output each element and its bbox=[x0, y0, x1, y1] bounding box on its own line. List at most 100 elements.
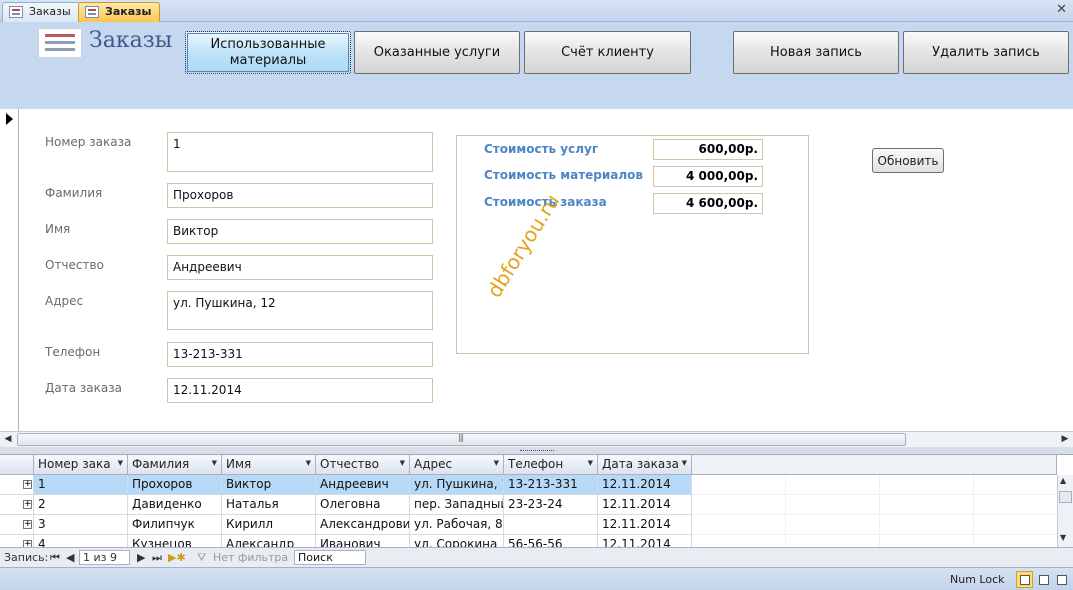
cell-address[interactable]: пер. Западный bbox=[410, 495, 504, 515]
column-header-phone[interactable]: Телефон ▼ bbox=[504, 455, 598, 475]
cell-phone[interactable]: 13-213-331 bbox=[504, 475, 598, 495]
last-name-field[interactable]: Прохоров bbox=[167, 183, 433, 208]
first-name-field[interactable]: Виктор bbox=[167, 219, 433, 244]
cell-order-number[interactable]: 1 bbox=[34, 475, 128, 495]
dropdown-arrow-icon[interactable]: ▼ bbox=[118, 459, 123, 467]
order-number-field[interactable]: 1 bbox=[167, 132, 433, 172]
record-counter[interactable]: 1 из 9 bbox=[79, 550, 130, 565]
row-selector[interactable]: + bbox=[0, 495, 34, 515]
tab-orders-table[interactable]: Заказы bbox=[2, 2, 80, 22]
order-cost-value[interactable]: 4 600,00р. bbox=[653, 193, 763, 214]
cell-phone[interactable] bbox=[504, 515, 598, 535]
cell-order-date[interactable]: 12.11.2014 bbox=[598, 495, 692, 515]
scroll-thumb[interactable] bbox=[1059, 491, 1072, 503]
cell-last-name[interactable]: Прохоров bbox=[128, 475, 222, 495]
design-view-icon[interactable] bbox=[1053, 571, 1070, 588]
column-header-order-date[interactable]: Дата заказа ▼ bbox=[598, 455, 692, 475]
column-header-address[interactable]: Адрес ▼ bbox=[410, 455, 504, 475]
cell-phone[interactable]: 23-23-24 bbox=[504, 495, 598, 515]
status-bar: Num Lock bbox=[0, 567, 1073, 590]
first-record-icon[interactable]: ⏮ bbox=[50, 551, 60, 565]
column-header-patronymic[interactable]: Отчество ▼ bbox=[316, 455, 410, 475]
cell-order-date[interactable]: 12.11.2014 bbox=[598, 515, 692, 535]
scroll-right-icon[interactable]: ▶ bbox=[1057, 432, 1073, 447]
datasheet-view-icon[interactable] bbox=[1035, 571, 1052, 588]
cell-order-number[interactable]: 3 bbox=[34, 515, 128, 535]
scroll-left-icon[interactable]: ◀ bbox=[0, 432, 16, 447]
dropdown-arrow-icon[interactable]: ▼ bbox=[588, 459, 593, 467]
dropdown-arrow-icon[interactable]: ▼ bbox=[400, 459, 405, 467]
column-header-order-number[interactable]: Номер зака ▼ bbox=[34, 455, 128, 475]
table-row[interactable]: +2 Давиденко Наталья Олеговна пер. Западный 2… bbox=[0, 495, 692, 515]
dropdown-arrow-icon[interactable]: ▼ bbox=[306, 459, 311, 467]
cell-last-name[interactable]: Давиденко bbox=[128, 495, 222, 515]
cell-first-name[interactable]: Виктор bbox=[222, 475, 316, 495]
column-header-first-name[interactable]: Имя ▼ bbox=[222, 455, 316, 475]
dropdown-arrow-icon[interactable]: ▼ bbox=[682, 459, 687, 467]
expand-subdatasheet-icon[interactable]: + bbox=[23, 500, 32, 509]
num-lock-indicator: Num Lock bbox=[950, 573, 1005, 586]
search-input[interactable]: Поиск bbox=[294, 550, 366, 565]
cell-address[interactable]: ул. Рабочая, 8 bbox=[410, 515, 504, 535]
cell-first-name[interactable]: Наталья bbox=[222, 495, 316, 515]
cell-first-name[interactable]: Александр bbox=[222, 535, 316, 547]
datasheet-vertical-scrollbar[interactable]: ▲ ▼ bbox=[1057, 475, 1073, 547]
record-selector[interactable] bbox=[0, 109, 19, 431]
table-row[interactable]: +1 Прохоров Виктор Андреевич ул. Пушкина, 11… bbox=[0, 475, 692, 495]
address-field[interactable]: ул. Пушкина, 12 bbox=[167, 291, 433, 330]
refresh-button[interactable]: Обновить bbox=[872, 148, 944, 173]
services-rendered-button[interactable]: Оказанные услуги bbox=[354, 31, 520, 74]
scroll-up-icon[interactable]: ▲ bbox=[1060, 476, 1066, 485]
cell-order-date[interactable]: 12.11.2014 bbox=[598, 475, 692, 495]
no-filter-indicator[interactable]: Нет фильтра bbox=[213, 551, 288, 564]
used-materials-button[interactable]: Использованные материалы bbox=[185, 31, 351, 74]
row-selector[interactable]: + bbox=[0, 535, 34, 547]
tab-orders-form[interactable]: Заказы bbox=[78, 2, 161, 22]
next-record-icon[interactable]: ▶ bbox=[137, 551, 145, 564]
form-view-icon[interactable] bbox=[1016, 571, 1033, 588]
materials-cost-value[interactable]: 4 000,00р. bbox=[653, 166, 763, 187]
phone-field[interactable]: 13-213-331 bbox=[167, 342, 433, 367]
select-all-cell[interactable] bbox=[0, 455, 34, 475]
cell-order-number[interactable]: 4 bbox=[34, 535, 128, 547]
form-header: Заказы Использованные материалы Оказанны… bbox=[0, 22, 1073, 109]
cell-first-name[interactable]: Кирилл bbox=[222, 515, 316, 535]
cell-last-name[interactable]: Кузнецов bbox=[128, 535, 222, 547]
row-selector[interactable]: + bbox=[0, 475, 34, 495]
dropdown-arrow-icon[interactable]: ▼ bbox=[494, 459, 499, 467]
cell-patronymic[interactable]: Александрови bbox=[316, 515, 410, 535]
last-record-icon[interactable]: ⏭ bbox=[152, 551, 162, 565]
new-record-button[interactable]: Новая запись bbox=[733, 31, 899, 74]
expand-subdatasheet-icon[interactable]: + bbox=[23, 540, 32, 547]
cell-phone[interactable]: 56-56-56 bbox=[504, 535, 598, 547]
patronymic-field[interactable]: Андреевич bbox=[167, 255, 433, 280]
filter-icon[interactable]: ⛛ bbox=[197, 551, 206, 565]
cell-patronymic[interactable]: Иванович bbox=[316, 535, 410, 547]
scroll-down-icon[interactable]: ▼ bbox=[1060, 533, 1066, 542]
record-label: Запись: bbox=[4, 551, 49, 564]
row-selector[interactable]: + bbox=[0, 515, 34, 535]
new-record-icon[interactable]: ▶✱ bbox=[168, 551, 186, 564]
cell-address[interactable]: ул. Пушкина, 1 bbox=[410, 475, 504, 495]
column-header-last-name[interactable]: Фамилия ▼ bbox=[128, 455, 222, 475]
previous-record-icon[interactable]: ◀ bbox=[66, 551, 74, 564]
expand-subdatasheet-icon[interactable]: + bbox=[23, 520, 32, 529]
table-row[interactable]: +3 Филипчук Кирилл Александрови ул. Рабочая,… bbox=[0, 515, 692, 535]
order-date-field[interactable]: 12.11.2014 bbox=[167, 378, 433, 403]
client-invoice-button[interactable]: Счёт клиенту bbox=[524, 31, 691, 74]
split-form-divider[interactable] bbox=[0, 447, 1073, 455]
expand-subdatasheet-icon[interactable]: + bbox=[23, 480, 32, 489]
cell-order-number[interactable]: 2 bbox=[34, 495, 128, 515]
table-row[interactable]: +4 Кузнецов Александр Иванович ул. Сорокина 5… bbox=[0, 535, 692, 547]
scroll-thumb[interactable] bbox=[17, 433, 906, 446]
cell-patronymic[interactable]: Олеговна bbox=[316, 495, 410, 515]
delete-record-button[interactable]: Удалить запись bbox=[903, 31, 1069, 74]
cell-order-date[interactable]: 12.11.2014 bbox=[598, 535, 692, 547]
services-cost-value[interactable]: 600,00р. bbox=[653, 139, 763, 160]
cell-last-name[interactable]: Филипчук bbox=[128, 515, 222, 535]
cell-address[interactable]: ул. Сорокина bbox=[410, 535, 504, 547]
cell-patronymic[interactable]: Андреевич bbox=[316, 475, 410, 495]
dropdown-arrow-icon[interactable]: ▼ bbox=[212, 459, 217, 467]
close-icon[interactable]: ✕ bbox=[1056, 2, 1067, 18]
form-horizontal-scrollbar[interactable]: ◀ ▶ bbox=[0, 431, 1073, 447]
